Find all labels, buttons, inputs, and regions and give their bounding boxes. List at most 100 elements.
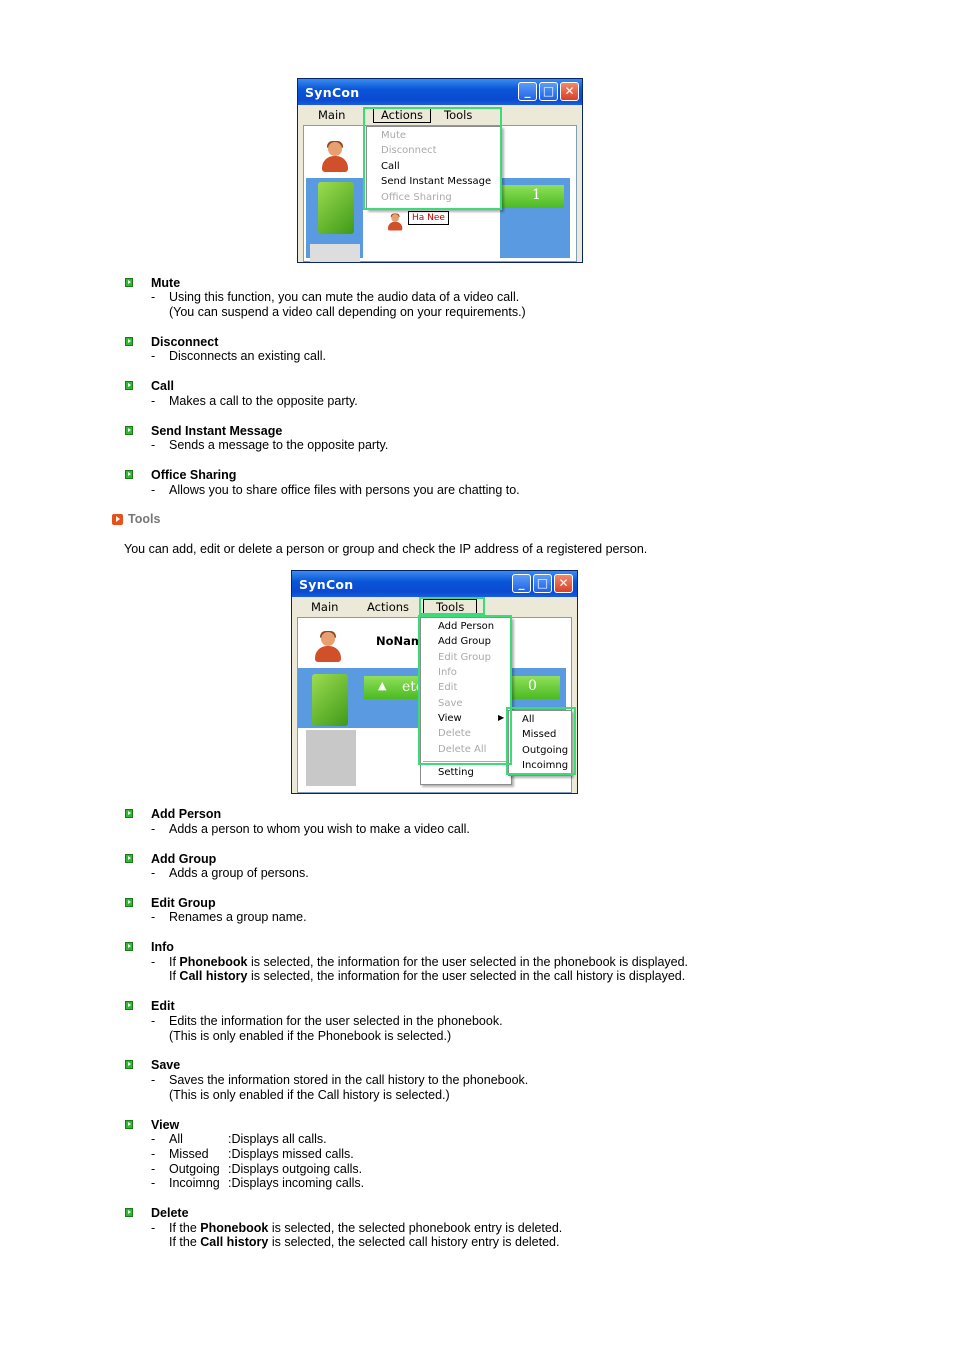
highlight-box: [363, 107, 502, 210]
item-title: Edit Group: [151, 896, 216, 910]
phonebook-icon: [318, 182, 354, 234]
item-desc: (This is only enabled if the Call histor…: [169, 1088, 450, 1102]
bullet-icon: [125, 898, 133, 907]
title-bar[interactable]: SynCon _ □ ✕: [292, 571, 577, 597]
item-title: Add Person: [151, 807, 222, 821]
highlight-box: [418, 615, 512, 765]
bullet-icon: [125, 854, 133, 863]
maximize-icon: □: [542, 84, 555, 98]
group-count-bar[interactable]: 1: [500, 185, 564, 208]
call-history-tab[interactable]: [310, 244, 360, 262]
item-desc: Edits the information for the user selec…: [169, 1014, 503, 1028]
bullet-icon: [125, 278, 133, 287]
dash: -: [151, 1132, 156, 1146]
syncon-window-actions: SynCon _ □ ✕ Main Actions Tools 1 Ha Nee…: [297, 78, 583, 263]
bullet-icon: [125, 1060, 133, 1069]
minimize-button[interactable]: _: [518, 82, 537, 101]
dash: -: [151, 822, 156, 836]
view-desc: :Displays outgoing calls.: [228, 1162, 363, 1176]
item-desc: Using this function, you can mute the au…: [169, 290, 520, 304]
dash: -: [151, 483, 156, 497]
dash: -: [151, 1221, 156, 1235]
dash: -: [151, 955, 156, 969]
item-title: Disconnect: [151, 335, 219, 349]
close-icon: ✕: [558, 576, 569, 590]
syncon-window-tools: SynCon _ □ ✕ Main Actions Tools NoNam ▲ …: [291, 570, 578, 794]
contact-name[interactable]: Ha Nee: [408, 211, 449, 225]
close-button[interactable]: ✕: [560, 82, 579, 101]
item-title: Delete: [151, 1206, 189, 1220]
menu-actions[interactable]: Actions: [367, 600, 409, 614]
group-count: 0: [528, 678, 537, 694]
dash: -: [151, 1073, 156, 1087]
view-desc: :Displays incoming calls.: [228, 1176, 365, 1190]
maximize-button[interactable]: □: [539, 82, 558, 101]
maximize-icon: □: [536, 576, 549, 590]
maximize-button[interactable]: □: [533, 574, 552, 593]
dash: -: [151, 910, 156, 924]
dash: -: [151, 1147, 156, 1161]
item-desc: Adds a person to whom you wish to make a…: [169, 822, 470, 836]
item-title: Edit: [151, 999, 175, 1013]
item-desc: Makes a call to the opposite party.: [169, 394, 358, 408]
section-intro: You can add, edit or delete a person or …: [124, 542, 648, 556]
menu-main[interactable]: Main: [311, 600, 338, 614]
item-desc: If Phonebook is selected, the informatio…: [169, 955, 689, 969]
item-desc: Sends a message to the opposite party.: [169, 438, 389, 452]
view-key: Missed: [169, 1147, 209, 1161]
bullet-icon: [125, 470, 133, 479]
item-title: Mute: [151, 276, 181, 290]
item-desc: If the Phonebook is selected, the select…: [169, 1221, 563, 1235]
user-avatar-icon: [315, 631, 341, 662]
item-title: Add Group: [151, 852, 217, 866]
bullet-icon: [125, 1001, 133, 1010]
expand-arrow-icon: ▲: [378, 679, 387, 692]
bullet-icon: [125, 809, 133, 818]
item-title: Save: [151, 1058, 181, 1072]
dash: -: [151, 438, 156, 452]
bullet-icon: [125, 1208, 133, 1217]
item-desc: (This is only enabled if the Phonebook i…: [169, 1029, 452, 1043]
bullet-icon: [125, 1120, 133, 1129]
item-desc: Adds a group of persons.: [169, 866, 309, 880]
dash: -: [151, 1162, 156, 1176]
dash: -: [151, 349, 156, 363]
dash: -: [151, 1176, 156, 1190]
item-desc: If Call history is selected, the informa…: [169, 969, 686, 983]
user-name: NoNam: [376, 634, 423, 648]
view-desc: :Displays missed calls.: [228, 1147, 354, 1161]
call-history-icon[interactable]: [306, 730, 356, 786]
item-title: View: [151, 1118, 180, 1132]
menu-main[interactable]: Main: [318, 108, 345, 122]
window-title: SynCon: [305, 85, 360, 100]
highlight-box: [419, 597, 485, 615]
section-heading-icon: [112, 514, 123, 525]
item-desc: Allows you to share office files with pe…: [169, 483, 520, 497]
item-desc: Renames a group name.: [169, 910, 307, 924]
item-title: Call: [151, 379, 174, 393]
item-title: Send Instant Message: [151, 424, 283, 438]
dash: -: [151, 394, 156, 408]
item-desc: Saves the information stored in the call…: [169, 1073, 529, 1087]
minimize-icon: _: [518, 576, 525, 590]
bullet-icon: [125, 426, 133, 435]
item-title: Office Sharing: [151, 468, 237, 482]
bullet-icon: [125, 942, 133, 951]
close-icon: ✕: [564, 84, 575, 98]
bullet-icon: [125, 337, 133, 346]
contact-avatar-icon: [388, 213, 403, 231]
item-desc: If the Call history is selected, the sel…: [169, 1235, 560, 1249]
view-key: All: [169, 1132, 183, 1146]
minimize-button[interactable]: _: [512, 574, 531, 593]
close-button[interactable]: ✕: [554, 574, 573, 593]
menu-item-setting[interactable]: Setting: [438, 767, 474, 778]
highlight-box: [506, 707, 576, 775]
title-bar[interactable]: SynCon _ □ ✕: [298, 79, 582, 105]
view-desc: :Displays all calls.: [228, 1132, 327, 1146]
dash: -: [151, 1014, 156, 1028]
group-count: 1: [532, 187, 541, 203]
dash: -: [151, 290, 156, 304]
dash: -: [151, 866, 156, 880]
user-avatar-icon: [322, 141, 348, 172]
phonebook-icon[interactable]: [312, 674, 348, 726]
